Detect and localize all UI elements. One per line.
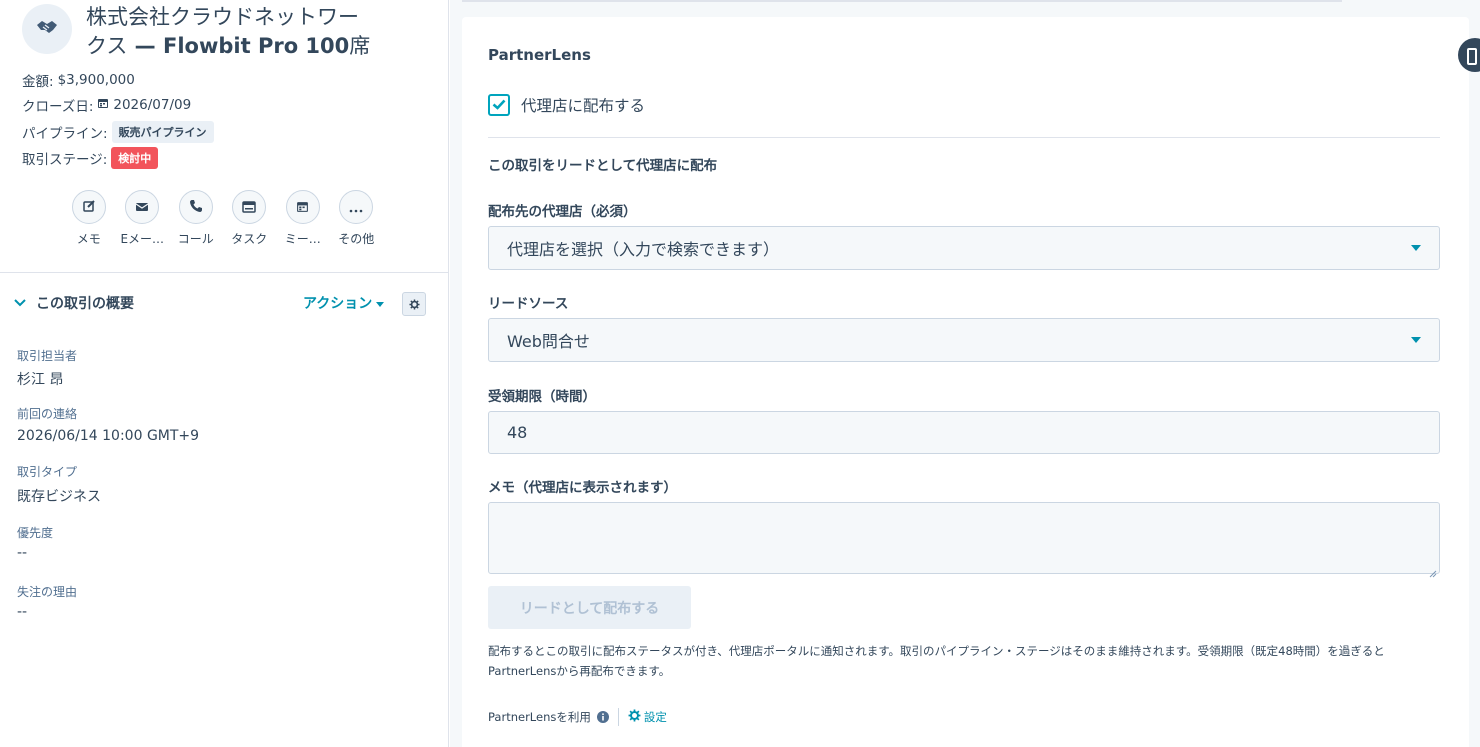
note-icon [82,198,96,217]
quick-action-call[interactable]: コール [169,190,223,247]
about-settings-button[interactable] [402,292,426,316]
amount-label: 金額: [22,74,54,90]
tab-bar-edge [462,0,1342,2]
settings-link[interactable]: 設定 [628,709,667,725]
deal-title-unit: 席 [349,34,371,58]
calendar-icon [97,97,109,113]
deadline-label: 受領期限（時間） [488,389,596,405]
caret-down-icon [1411,337,1421,343]
lost-reason-value[interactable]: -- [17,604,27,620]
card-footer: PartnerLensを利用 設定 [488,708,667,726]
deal-title-product: — Flowbit Pro 100 [127,34,350,58]
help-text: 配布するとこの取引に配布ステータスが付き、代理店ポータルに通知されます。取引のパ… [488,644,1385,678]
deal-title-line1: 株式会社クラウドネットワー [86,5,359,29]
lead-source-select[interactable]: Web問合せ [488,318,1440,362]
more-icon [349,198,363,217]
about-section-toggle[interactable]: この取引の概要 [14,293,134,313]
deal-type-value[interactable]: 既存ビジネス [17,486,101,506]
quick-action-more[interactable]: その他 [330,190,384,247]
gear-icon [628,709,641,725]
caret-down-icon [1411,245,1421,251]
close-date-row: クローズ日: 2026/07/09 [22,95,191,115]
settings-link-label: 設定 [643,710,667,724]
deal-title-company-suffix: クス [86,34,128,58]
email-icon [135,198,149,217]
footer-separator [617,708,619,726]
deal-title: 株式会社クラウドネットワー クス — Flowbit Pro 100席 [86,3,426,61]
info-icon[interactable] [596,711,609,723]
task-icon [242,198,256,217]
quick-actions: メモ Eメー… コール タスク ミー… その他 [62,190,383,247]
actions-dropdown-label: アクション [303,296,373,312]
stage-badge[interactable]: 検討中 [111,147,159,169]
about-section-title: この取引の概要 [36,296,134,312]
sidebar-divider [0,272,449,273]
caret-down-icon [376,295,385,311]
agency-select[interactable]: 代理店を選択（入力で検索できます） [488,226,1440,270]
deadline-input[interactable]: 48 [488,411,1440,454]
quick-action-meeting[interactable]: ミー… [276,190,330,247]
card-divider [488,137,1440,138]
close-date-value: 2026/07/09 [113,97,192,113]
quick-action-label: ミー… [284,232,321,246]
last-contact-value: 2026/06/14 10:00 GMT+9 [17,428,200,444]
pipeline-label: パイプライン: [22,126,108,142]
memo-label: メモ（代理店に表示されます） [488,480,677,496]
partnerlens-card [462,17,1469,747]
call-icon [189,198,203,217]
stage-label: 取引ステージ: [22,152,108,168]
quick-action-label: メモ [76,232,101,246]
stage-row: 取引ステージ: 検討中 [22,147,159,169]
memo-textarea[interactable] [488,502,1440,578]
quick-action-label: タスク [231,232,268,246]
section-header: この取引をリードとして代理店に配布 [488,158,718,174]
close-date-label: クローズ日: [22,99,94,115]
quick-action-label: その他 [338,232,375,246]
quick-action-task[interactable]: タスク [223,190,277,247]
amount-row: 金額: $3,900,000 [22,70,135,90]
actions-dropdown[interactable]: アクション [303,293,385,313]
deal-type-label: 取引タイプ [17,465,78,479]
quick-action-label: コール [177,232,214,246]
lost-reason-label: 失注の理由 [17,585,78,599]
agency-field-label: 配布先の代理店（必須） [488,204,637,220]
distribute-checkbox[interactable] [488,94,510,116]
deadline-value: 48 [507,423,528,442]
deal-sidebar: 株式会社クラウドネットワー クス — Flowbit Pro 100席 金額: … [0,0,449,747]
last-contact-label: 前回の連絡 [17,407,78,421]
card-title: PartnerLens [488,46,591,64]
priority-label: 優先度 [17,526,54,540]
agency-select-placeholder: 代理店を選択（入力で検索できます） [507,240,780,259]
quick-action-email[interactable]: Eメー… [116,190,170,247]
owner-label: 取引担当者 [17,349,78,363]
deal-avatar [22,4,72,54]
owner-value[interactable]: 杉江 昂 [17,369,63,389]
priority-value[interactable]: -- [17,545,27,561]
pipeline-badge[interactable]: 販売パイプライン [111,121,214,143]
quick-action-note[interactable]: メモ [62,190,116,247]
distribute-checkbox-label: 代理店に配布する [521,97,646,115]
using-app-label: PartnerLensを利用 [488,710,591,724]
chevron-down-icon [14,299,26,307]
amount-value: $3,900,000 [57,72,135,88]
quick-action-label: Eメー… [120,232,165,246]
distribute-as-lead-button[interactable]: リードとして配布する [488,586,691,629]
pipeline-row: パイプライン: 販売パイプライン [22,121,214,143]
gear-icon [408,295,420,314]
checkmark-icon [492,96,506,114]
lead-source-label: リードソース [488,296,569,312]
handshake-icon [36,19,58,39]
lead-source-value: Web問合せ [507,332,590,351]
distribute-checkbox-row[interactable]: 代理店に配布する [488,94,645,116]
meeting-icon [296,198,309,217]
resize-handle-icon[interactable] [1429,563,1437,578]
